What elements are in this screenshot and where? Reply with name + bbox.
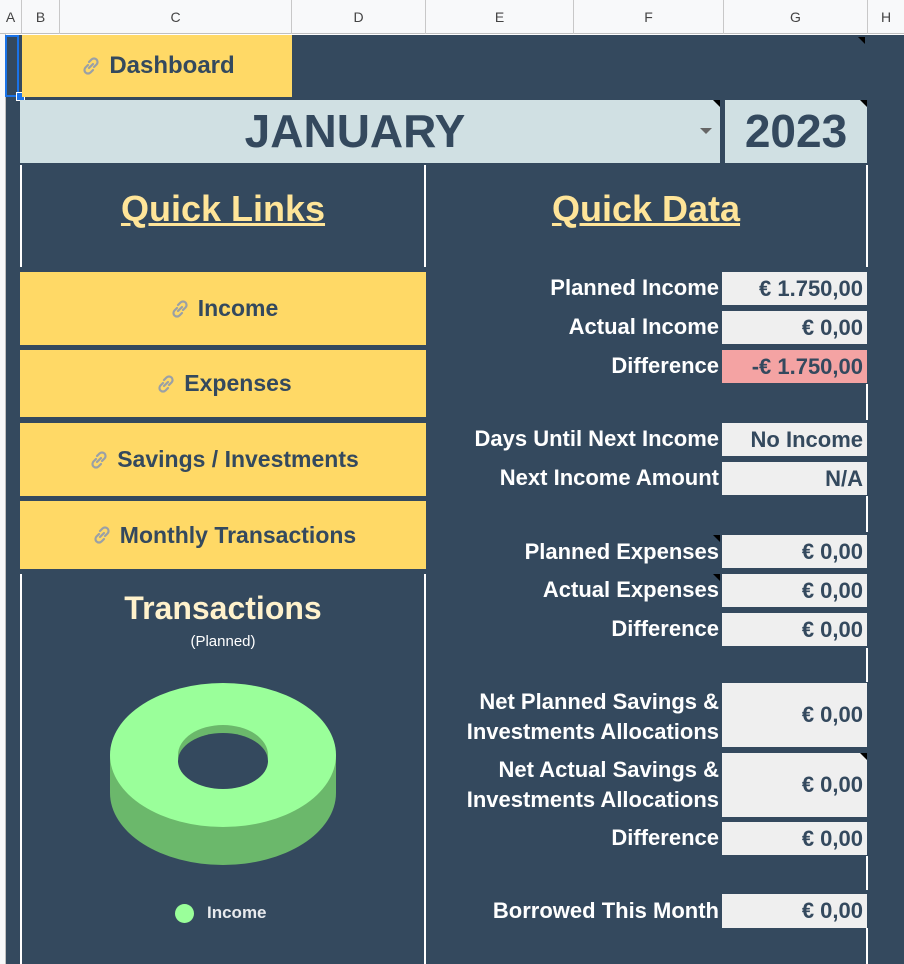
column-header-f[interactable]: F [574,0,724,34]
border-line [866,856,868,890]
quick-links-title: Quick Links [120,188,326,229]
income-difference-value[interactable]: -€ 1.750,00 [722,350,867,383]
next-income-amount-label: Next Income Amount [499,465,719,490]
column-header-a[interactable]: A [0,0,22,34]
column-header-g[interactable]: G [724,0,868,34]
chart-legend: Income [175,903,267,923]
link-icon [154,372,178,396]
net-actual-savings-value[interactable]: € 0,00 [722,753,867,817]
border-line [866,384,868,420]
year-cell[interactable]: 2023 [725,100,867,163]
border-line [866,648,868,682]
net-planned-savings-label-line1: Net Planned Savings & [479,689,719,714]
days-until-next-income-label: Days Until Next Income [474,426,719,451]
link-icon [79,54,103,78]
note-indicator [858,37,865,44]
column-header-b[interactable]: B [22,0,60,34]
net-planned-savings-value[interactable]: € 0,00 [722,683,867,747]
border-line [866,165,868,267]
expenses-link-label: Expenses [184,370,292,396]
column-header-c[interactable]: C [60,0,292,34]
link-icon [90,523,114,547]
note-indicator [860,100,867,107]
actual-expenses-label: Actual Expenses [542,577,719,602]
savings-investments-link-button[interactable]: Savings / Investments [20,423,426,496]
borrowed-label: Borrowed This Month [492,898,719,923]
chart-subtitle: (Planned) [190,633,256,650]
quick-data-title: Quick Data [551,188,741,229]
income-link-label: Income [197,295,279,321]
days-until-next-income-value[interactable]: No Income [722,423,867,456]
actual-income-value[interactable]: € 0,00 [722,311,867,344]
borrowed-value[interactable]: € 0,00 [722,894,867,928]
monthly-transactions-link-button[interactable]: Monthly Transactions [20,501,426,569]
planned-expenses-value[interactable]: € 0,00 [722,535,867,568]
net-planned-savings-label-line2: Investments Allocations [466,719,719,744]
note-indicator [713,100,720,107]
selected-cell[interactable] [5,35,19,97]
legend-dot-icon [175,903,194,923]
income-difference-label: Difference [611,353,719,378]
border-line [866,928,868,964]
net-actual-savings-label-line2: Investments Allocations [466,787,719,812]
savings-investments-link-label: Savings / Investments [117,446,359,472]
planned-expenses-label: Planned Expenses [524,539,719,564]
savings-difference-value[interactable]: € 0,00 [722,822,867,855]
month-dropdown[interactable]: JANUARY [20,100,720,163]
column-header-bar: A B C D E F G H [0,0,904,34]
savings-difference-label: Difference [611,825,719,850]
column-header-e[interactable]: E [426,0,574,34]
actual-income-label: Actual Income [568,314,719,339]
expenses-difference-value[interactable]: € 0,00 [722,613,867,646]
planned-income-value[interactable]: € 1.750,00 [722,272,867,305]
actual-expenses-value[interactable]: € 0,00 [722,574,867,607]
net-planned-savings-label: Net Planned Savings & Investments Alloca… [467,687,719,747]
chevron-down-icon[interactable] [700,128,712,134]
dashboard-link-button[interactable]: Dashboard [22,35,292,97]
note-indicator [860,753,867,760]
legend-label-income: Income [207,903,267,922]
pie-hole [178,733,268,789]
expenses-link-button[interactable]: Expenses [20,350,426,417]
chart-title: Transactions [124,590,322,626]
month-value: JANUARY [244,105,466,157]
link-icon [87,448,111,472]
link-icon [168,297,192,321]
border-line [866,496,868,532]
monthly-transactions-link-label: Monthly Transactions [119,521,357,548]
column-header-d[interactable]: D [292,0,426,34]
expenses-difference-label: Difference [611,616,719,641]
transactions-pie-chart[interactable] [108,680,338,880]
column-header-h[interactable]: H [868,0,904,34]
next-income-amount-value[interactable]: N/A [722,462,867,495]
note-indicator [713,574,720,581]
net-actual-savings-label: Net Actual Savings & Investments Allocat… [467,755,719,815]
border-line [424,574,426,964]
dashboard-link-label: Dashboard [109,52,235,79]
net-actual-savings-label-line1: Net Actual Savings & [498,757,719,782]
income-link-button[interactable]: Income [20,272,426,345]
note-indicator [713,535,720,542]
planned-income-label: Planned Income [550,275,719,300]
